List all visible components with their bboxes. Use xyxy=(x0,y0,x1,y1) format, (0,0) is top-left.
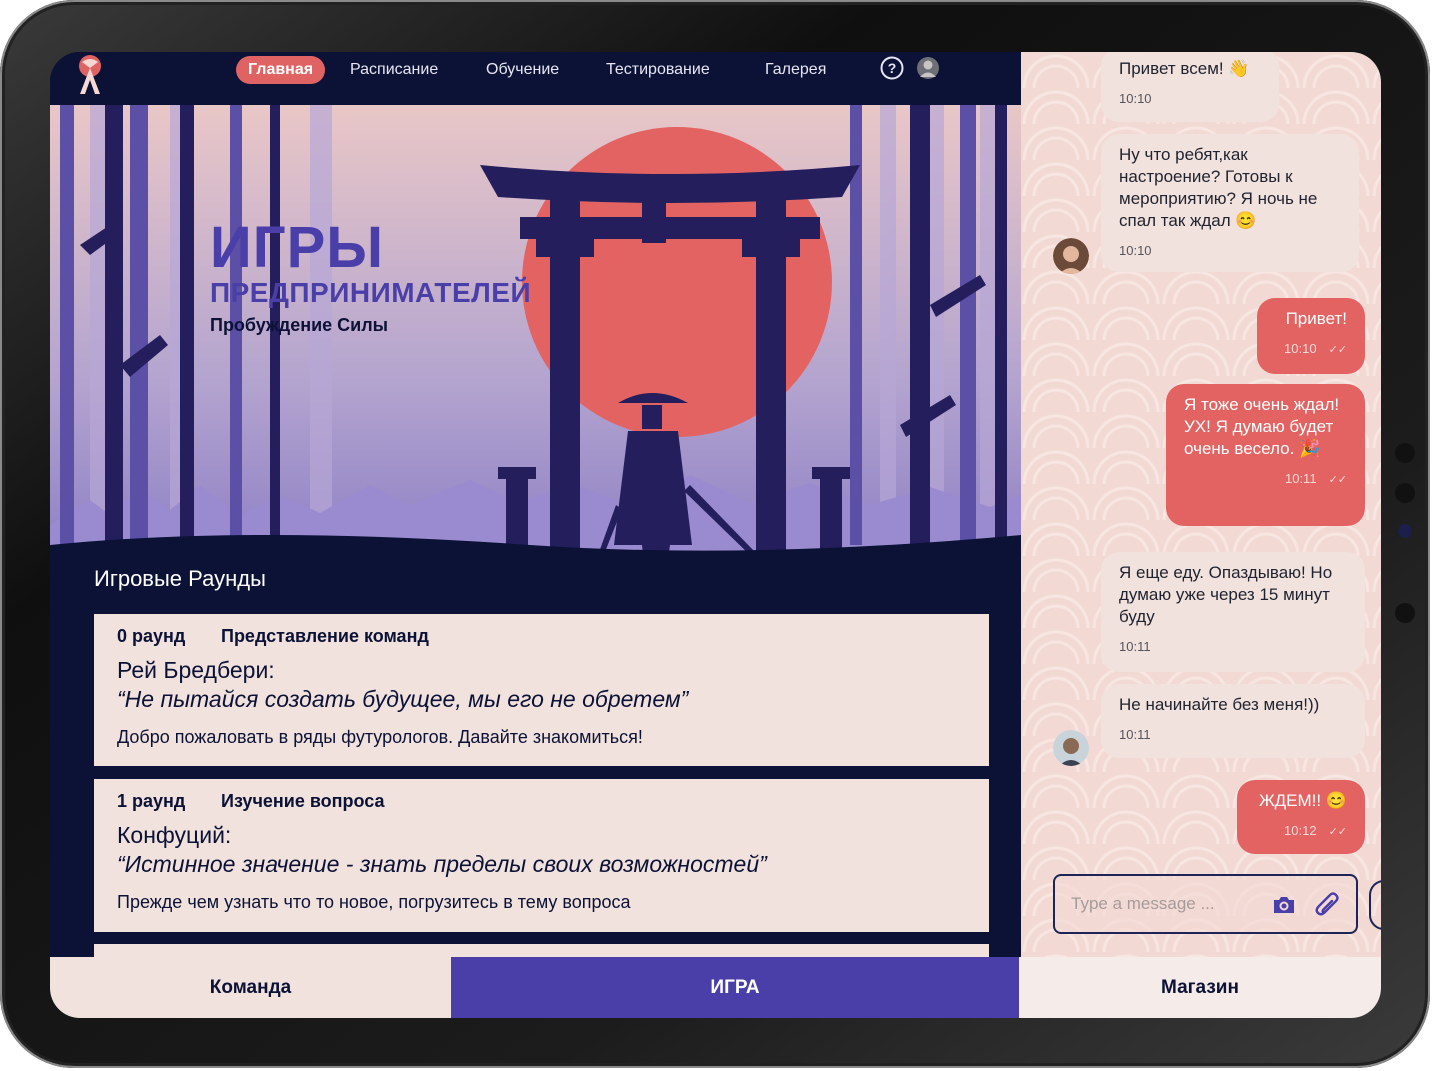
nav-item-schedule[interactable]: Расписание xyxy=(350,56,438,84)
main-panel: Главная Расписание Обучение Тестирование… xyxy=(50,52,1021,957)
hero-subtitle: ПРЕДПРИНИМАТЕЛЕЙ xyxy=(210,277,532,308)
top-navbar: Главная Расписание Обучение Тестирование… xyxy=(50,52,1021,105)
round-description: Добро пожаловать в ряды футурологов. Дав… xyxy=(117,727,643,747)
send-button[interactable] xyxy=(1369,880,1381,930)
rounds-heading: Игровые Раунды xyxy=(94,566,266,591)
chat-message: Не начинайте без меня!)) 10:11 xyxy=(1101,684,1365,758)
read-check-icon: ✓✓ xyxy=(1328,474,1347,486)
question-circle-icon[interactable]: ? xyxy=(880,56,904,80)
message-time: 10:11 xyxy=(1119,639,1151,654)
chat-panel: Привет всем! 👋 10:10 Ну что ребят,как на… xyxy=(1021,52,1381,957)
message-composer xyxy=(1053,874,1358,934)
tab-game[interactable]: ИГРА xyxy=(451,957,1019,1018)
read-check-icon: ✓✓ xyxy=(1328,344,1347,356)
sender-avatar[interactable] xyxy=(1053,238,1089,274)
message-input[interactable] xyxy=(1071,890,1261,918)
message-text: Я еще еду. Опаздываю! Но думаю уже через… xyxy=(1119,563,1333,626)
round-card[interactable]: 0 раунд Представление команд Рей Бредбер… xyxy=(94,614,989,766)
round-card[interactable]: 1 раунд Изучение вопроса Конфуций: “Исти… xyxy=(94,779,989,932)
message-text: Не начинайте без меня!)) xyxy=(1119,695,1320,714)
tab-shop[interactable]: Магазин xyxy=(1019,957,1381,1018)
round-name: Изучение вопроса xyxy=(221,791,385,811)
round-card[interactable] xyxy=(94,944,989,957)
round-number: 0 раунд xyxy=(117,626,186,646)
message-text: Ну что ребят,как настроение? Готовы к ме… xyxy=(1119,145,1318,230)
round-number: 1 раунд xyxy=(117,791,186,811)
paperclip-icon[interactable] xyxy=(1313,890,1341,920)
hero-banner: ИГРЫ ПРЕДПРИНИМАТЕЛЕЙ Пробуждение Силы xyxy=(50,105,1021,565)
nav-item-gallery[interactable]: Галерея xyxy=(765,56,826,84)
nav-item-home[interactable]: Главная xyxy=(236,56,326,84)
chat-message-own: Привет! 10:10 ✓✓ xyxy=(1257,298,1365,374)
chat-message-own: ЖДЕМ!! 😊 10:12 ✓✓ xyxy=(1237,780,1365,854)
round-name: Представление команд xyxy=(221,626,429,646)
nav-item-testing[interactable]: Тестирование xyxy=(606,56,710,84)
bottom-tabbar: Команда ИГРА Магазин xyxy=(50,957,1381,1018)
round-quote-author: Конфуций: xyxy=(117,822,232,848)
message-time: 10:12 xyxy=(1284,823,1317,838)
chat-message: Я еще еду. Опаздываю! Но думаю уже через… xyxy=(1101,552,1365,672)
message-time: 10:10 xyxy=(1284,341,1317,356)
message-time: 10:11 xyxy=(1119,727,1151,742)
read-check-icon: ✓✓ xyxy=(1328,826,1347,838)
round-quote: “Не пытайся создать будущее, мы его не о… xyxy=(117,686,689,712)
message-text: Привет всем! 👋 xyxy=(1119,59,1250,78)
message-time: 10:10 xyxy=(1119,91,1152,106)
hero-tagline: Пробуждение Силы xyxy=(210,315,389,335)
message-time: 10:11 xyxy=(1284,471,1317,486)
user-avatar-icon[interactable] xyxy=(916,56,940,80)
round-description: Прежде чем узнать что то новое, погрузит… xyxy=(117,892,631,912)
message-text: Привет! xyxy=(1285,309,1347,328)
nav-item-training[interactable]: Обучение xyxy=(486,56,559,84)
torii-illustration xyxy=(50,105,1021,565)
chat-message: Ну что ребят,как настроение? Готовы к ме… xyxy=(1101,134,1359,272)
screen: Главная Расписание Обучение Тестирование… xyxy=(50,52,1381,1018)
round-header: 1 раунд Изучение вопроса xyxy=(117,791,966,812)
chat-message-own: Я тоже очень ждал! УХ! Я думаю будет оче… xyxy=(1166,384,1365,526)
tab-team[interactable]: Команда xyxy=(50,957,451,1018)
round-quote-author: Рей Бредбери: xyxy=(117,657,275,683)
svg-text:?: ? xyxy=(888,60,897,76)
chat-message: Привет всем! 👋 10:10 xyxy=(1101,52,1279,122)
round-header: 0 раунд Представление команд xyxy=(117,626,966,647)
hero-title: ИГРЫ xyxy=(210,215,385,280)
sender-avatar[interactable] xyxy=(1053,730,1089,766)
camera-icon[interactable] xyxy=(1271,892,1297,918)
message-text: Я тоже очень ждал! УХ! Я думаю будет оче… xyxy=(1184,395,1340,458)
round-quote: “Истинное значение - знать пределы своих… xyxy=(117,851,767,877)
samurai-logo-icon[interactable] xyxy=(68,54,112,94)
message-time: 10:10 xyxy=(1119,243,1152,258)
message-text: ЖДЕМ!! 😊 xyxy=(1258,791,1347,810)
